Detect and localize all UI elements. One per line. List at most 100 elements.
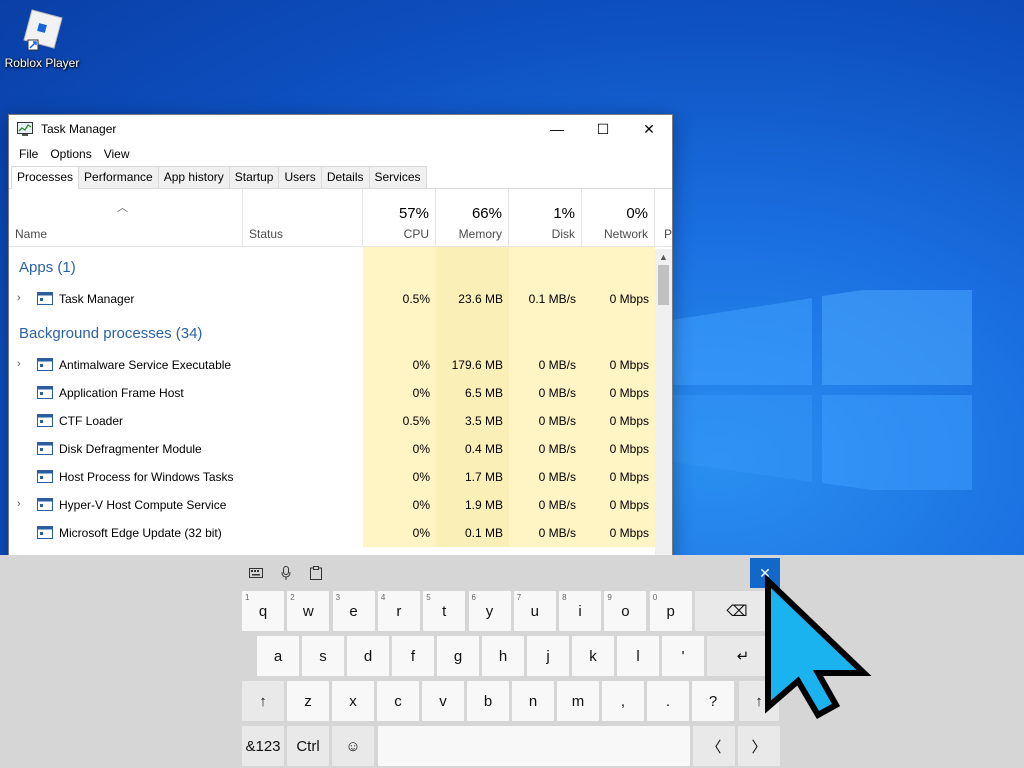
process-row[interactable]: Host Process for Windows Tasks 0% 1.7 MB 0 … bbox=[9, 463, 672, 491]
process-row[interactable]: CTF Loader 0.5% 3.5 MB 0 MB/s 0 Mbps bbox=[9, 407, 672, 435]
left-arrow-key[interactable]: 〈 bbox=[693, 726, 735, 766]
vertical-scrollbar[interactable]: ▲ bbox=[655, 249, 672, 563]
key-letter[interactable]: . bbox=[647, 681, 689, 721]
column-status-label: Status bbox=[249, 227, 284, 241]
group-background-title: Background processes (34) bbox=[19, 325, 203, 342]
key-letter[interactable]: s bbox=[302, 636, 344, 676]
key-y[interactable]: 6y bbox=[468, 591, 511, 631]
key-w[interactable]: 2w bbox=[287, 591, 330, 631]
maximize-button[interactable]: ☐ bbox=[580, 115, 626, 143]
key-label: ? bbox=[708, 692, 718, 710]
desktop-icon-roblox[interactable]: Roblox Player bbox=[4, 8, 80, 70]
process-memory: 179.6 MB bbox=[451, 358, 503, 372]
expand-chevron-icon[interactable]: › bbox=[17, 292, 21, 304]
close-button[interactable]: ✕ bbox=[626, 115, 672, 143]
process-network: 0 Mbps bbox=[609, 358, 649, 372]
title-bar[interactable]: Task Manager — ☐ ✕ bbox=[9, 115, 672, 143]
process-disk: 0 MB/s bbox=[538, 386, 576, 400]
key-r[interactable]: 4r bbox=[377, 591, 420, 631]
key-letter[interactable]: v bbox=[422, 681, 464, 721]
menu-file[interactable]: File bbox=[13, 147, 44, 161]
microphone-icon[interactable] bbox=[278, 565, 294, 581]
key-number-hint: 5 bbox=[426, 593, 431, 602]
column-extra-label: P bbox=[664, 227, 673, 241]
right-arrow-key[interactable]: 〉 bbox=[738, 726, 780, 766]
tab-users[interactable]: Users bbox=[278, 166, 322, 188]
key-letter[interactable]: h bbox=[482, 636, 524, 676]
key-label: r bbox=[396, 602, 402, 620]
key-letter[interactable]: c bbox=[377, 681, 419, 721]
key-t[interactable]: 5t bbox=[423, 591, 466, 631]
menu-options[interactable]: Options bbox=[44, 147, 97, 161]
key-q[interactable]: 1q bbox=[242, 591, 284, 631]
tab-services[interactable]: Services bbox=[368, 166, 427, 188]
emoji-key[interactable]: ☺ bbox=[332, 726, 374, 766]
column-cpu[interactable]: 57% CPU bbox=[363, 189, 436, 247]
key-letter[interactable]: ' bbox=[662, 636, 704, 676]
column-status[interactable]: Status bbox=[243, 189, 363, 247]
key-label: c bbox=[394, 692, 402, 710]
key-letter[interactable]: d bbox=[347, 636, 389, 676]
key-letter[interactable]: f bbox=[392, 636, 434, 676]
key-letter[interactable]: x bbox=[332, 681, 374, 721]
process-disk: 0 MB/s bbox=[538, 442, 576, 456]
process-memory: 1.9 MB bbox=[464, 498, 503, 512]
key-letter[interactable]: k bbox=[572, 636, 614, 676]
process-memory: 3.5 MB bbox=[464, 414, 503, 428]
column-network[interactable]: 0% Network bbox=[582, 189, 655, 247]
cpu-total: 57% bbox=[398, 205, 429, 222]
key-i[interactable]: 8i bbox=[559, 591, 602, 631]
key-o[interactable]: 9o bbox=[604, 591, 647, 631]
symbols-key[interactable]: &123 bbox=[242, 726, 284, 766]
tab-details[interactable]: Details bbox=[320, 166, 370, 188]
expand-chevron-icon[interactable]: › bbox=[17, 358, 21, 370]
ctrl-key[interactable]: Ctrl bbox=[287, 726, 329, 766]
key-label: . bbox=[665, 692, 671, 710]
process-cpu: 0% bbox=[412, 526, 430, 540]
key-letter[interactable]: a bbox=[257, 636, 299, 676]
shift-key-left[interactable]: ↑ bbox=[242, 681, 284, 721]
column-name[interactable]: Name bbox=[9, 189, 243, 247]
key-letter[interactable]: n bbox=[512, 681, 554, 721]
key-letter[interactable]: ? bbox=[692, 681, 734, 721]
process-row[interactable]: › Hyper-V Host Compute Service 0% 1.9 MB 0 M… bbox=[9, 491, 672, 519]
key-label: w bbox=[302, 602, 314, 620]
key-letter[interactable]: z bbox=[287, 681, 329, 721]
minimize-button[interactable]: — bbox=[534, 115, 580, 143]
key-letter[interactable]: b bbox=[467, 681, 509, 721]
column-memory[interactable]: 66% Memory bbox=[436, 189, 509, 247]
tab-startup[interactable]: Startup bbox=[228, 166, 280, 188]
process-memory: 1.7 MB bbox=[464, 470, 503, 484]
scrollbar-thumb[interactable] bbox=[658, 265, 669, 305]
expand-chevron-icon[interactable]: › bbox=[17, 498, 21, 510]
key-letter[interactable]: l bbox=[617, 636, 659, 676]
process-row[interactable]: Application Frame Host 0% 6.5 MB 0 MB/s 0 Mb… bbox=[9, 379, 672, 407]
tab-performance[interactable]: Performance bbox=[78, 166, 159, 188]
task-manager-window[interactable]: Task Manager — ☐ ✕ File Options View Pro… bbox=[8, 114, 673, 564]
key-label: , bbox=[620, 692, 626, 710]
process-row[interactable]: Microsoft Edge Update (32 bit) 0% 0.1 MB 0 … bbox=[9, 519, 672, 547]
key-label: ' bbox=[681, 647, 685, 665]
spacebar-key[interactable] bbox=[378, 726, 690, 766]
key-u[interactable]: 7u bbox=[513, 591, 556, 631]
process-row[interactable]: › Task Manager 0.5% 23.6 MB 0.1 MB/s 0 Mbps bbox=[9, 285, 672, 313]
key-label: j bbox=[546, 647, 550, 665]
key-letter[interactable]: g bbox=[437, 636, 479, 676]
key-e[interactable]: 3e bbox=[332, 591, 375, 631]
key-letter[interactable]: , bbox=[602, 681, 644, 721]
process-row[interactable]: › Antimalware Service Executable 0% 179.6 M… bbox=[9, 351, 672, 379]
key-label: s bbox=[319, 647, 327, 665]
menu-view[interactable]: View bbox=[98, 147, 136, 161]
key-letter[interactable]: j bbox=[527, 636, 569, 676]
process-row[interactable]: Disk Defragmenter Module 0% 0.4 MB 0 MB/s 0 … bbox=[9, 435, 672, 463]
tab-app-history[interactable]: App history bbox=[157, 166, 230, 188]
clipboard-icon[interactable] bbox=[308, 565, 324, 581]
key-letter[interactable]: m bbox=[557, 681, 599, 721]
key-p[interactable]: 0p bbox=[649, 591, 692, 631]
tab-processes[interactable]: Processes bbox=[11, 166, 80, 189]
key-label: o bbox=[621, 602, 630, 620]
scroll-up-icon[interactable]: ▲ bbox=[655, 249, 672, 265]
column-disk[interactable]: 1% Disk bbox=[509, 189, 582, 247]
key-label: u bbox=[530, 602, 539, 620]
keyboard-settings-icon[interactable] bbox=[248, 565, 264, 581]
